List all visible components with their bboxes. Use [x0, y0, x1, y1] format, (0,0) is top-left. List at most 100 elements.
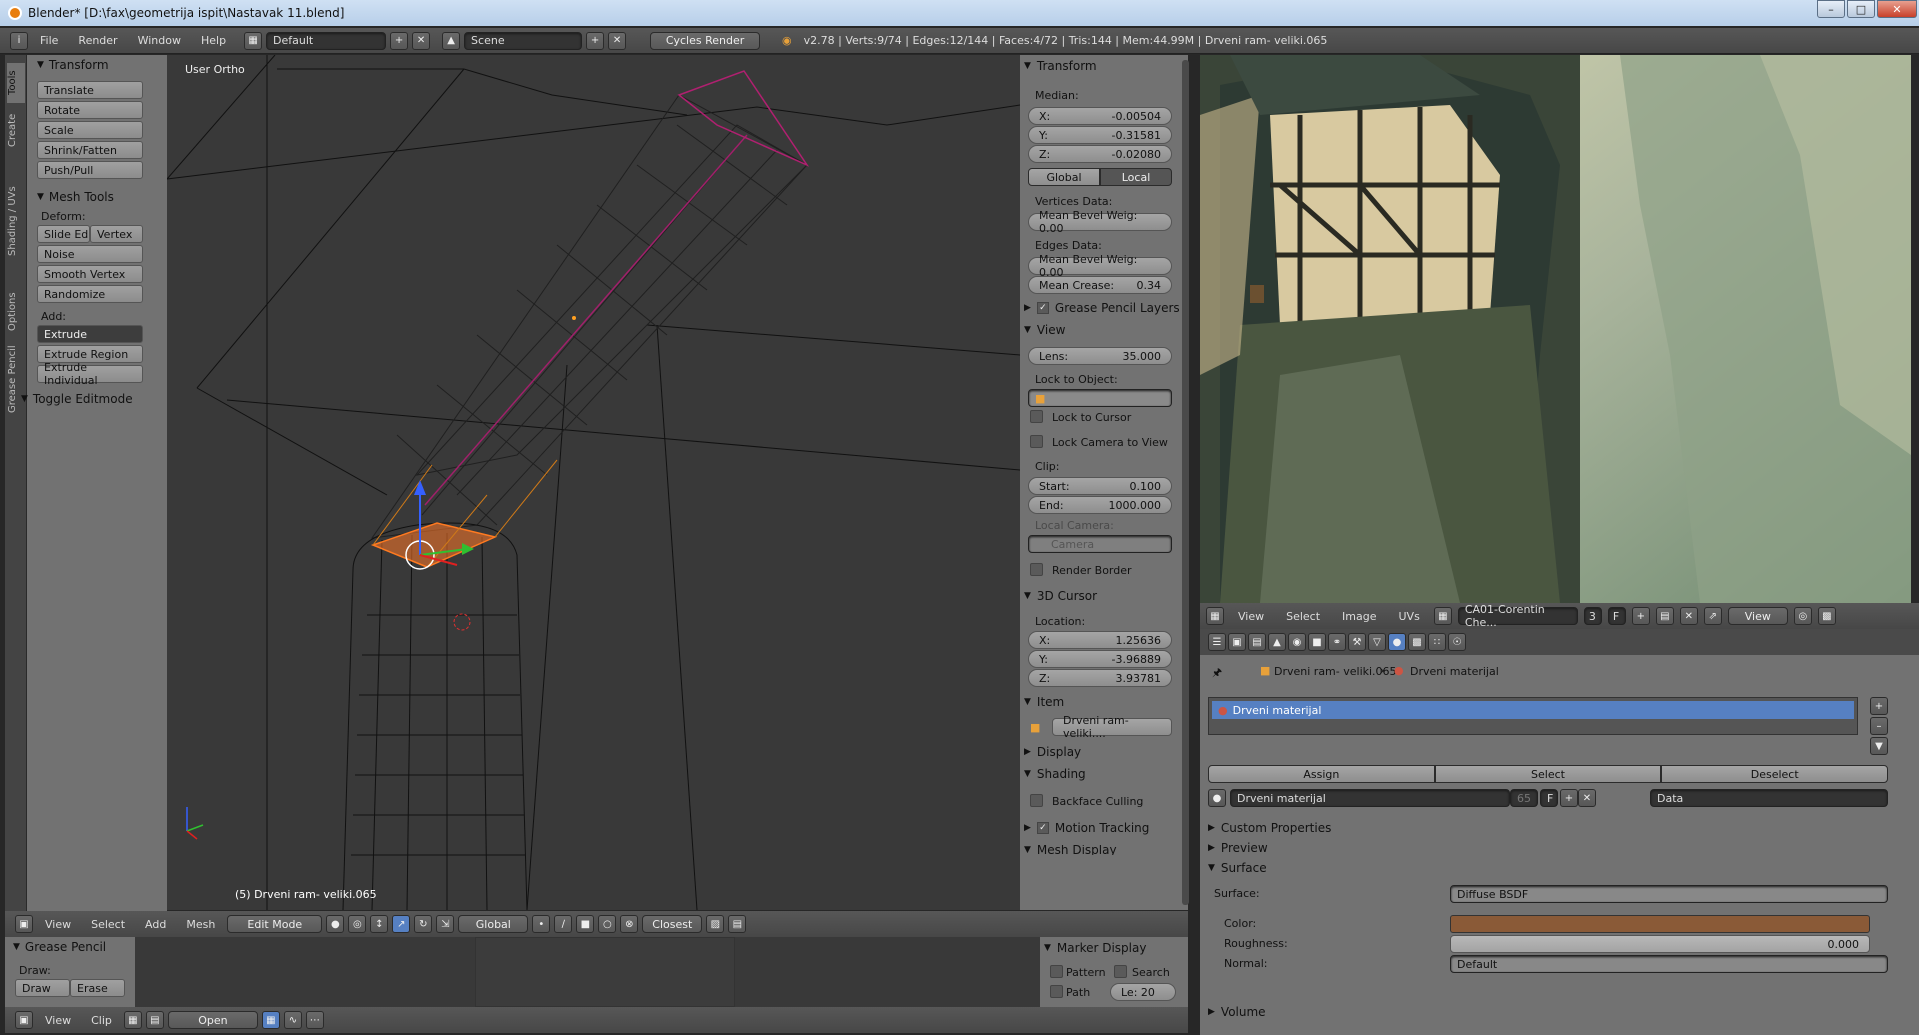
- add-scene-icon[interactable]: +: [586, 31, 605, 50]
- translate-manipulator-icon[interactable]: ↗: [392, 915, 411, 933]
- manipulator-icon[interactable]: ↕: [370, 915, 389, 933]
- transform-header[interactable]: ▼ Transform: [1024, 59, 1097, 73]
- mean-bevel-vertex-field[interactable]: Mean Bevel Weig: 0.00: [1028, 209, 1172, 235]
- image-users-field[interactable]: 3: [1583, 607, 1602, 625]
- toggle-editmode-header[interactable]: ▼ Toggle Editmode: [21, 389, 167, 409]
- new-material-icon[interactable]: +: [1560, 789, 1578, 807]
- mean-bevel-edge-field[interactable]: Mean Bevel Weig: 0.00: [1028, 253, 1172, 279]
- lock-to-cursor-checkbox[interactable]: [1030, 410, 1043, 423]
- image-browse-icon[interactable]: ▦: [1433, 607, 1452, 625]
- scene-icon[interactable]: ▲: [442, 31, 461, 50]
- edge-select-icon[interactable]: ∕: [554, 915, 573, 933]
- slot-specials-icon[interactable]: ▼: [1870, 737, 1888, 755]
- image-menu-view[interactable]: View: [1230, 610, 1272, 623]
- layout-field[interactable]: Default: [266, 31, 387, 50]
- clip-browse-icon[interactable]: ▤: [145, 1011, 164, 1029]
- randomize-button[interactable]: Randomize: [37, 285, 143, 303]
- path-length-field[interactable]: Le: 20: [1110, 983, 1176, 1001]
- search-checkbox[interactable]: [1114, 965, 1127, 978]
- cursor-x-field[interactable]: X: 1.25636: [1028, 631, 1172, 649]
- snap-icon[interactable]: ⊗: [620, 915, 639, 933]
- surface-shader-select[interactable]: Diffuse BSDF: [1450, 885, 1888, 903]
- render-animation-icon[interactable]: ▤: [728, 915, 747, 933]
- lens-field[interactable]: Lens: 35.000: [1028, 347, 1172, 365]
- smooth-vertex-button[interactable]: Smooth Vertex: [37, 265, 143, 283]
- vp-menu-add[interactable]: Add: [137, 918, 174, 931]
- tab-options[interactable]: Options: [7, 287, 25, 337]
- clip-mode-icon[interactable]: ▦: [123, 1011, 142, 1029]
- vp-menu-view[interactable]: View: [37, 918, 79, 931]
- clip-dopesheet-icon[interactable]: ⋯: [305, 1011, 324, 1029]
- grease-pencil-checkbox[interactable]: ✓: [1036, 302, 1049, 314]
- volume-header[interactable]: ▶ Volume: [1208, 1005, 1266, 1019]
- draw-button[interactable]: Draw: [15, 979, 70, 997]
- slide-edge-button[interactable]: Slide Ed: [37, 225, 90, 243]
- pivot-icon[interactable]: ◎: [1793, 607, 1812, 625]
- close-window-button[interactable]: ✕: [1877, 0, 1917, 18]
- face-select-icon[interactable]: ■: [576, 915, 595, 933]
- pattern-checkbox[interactable]: [1050, 965, 1063, 978]
- add-layout-icon[interactable]: +: [390, 31, 409, 50]
- menu-help[interactable]: Help: [193, 34, 234, 47]
- menu-window[interactable]: Window: [130, 34, 189, 47]
- image-menu-uvs[interactable]: UVs: [1391, 610, 1428, 623]
- material-slot-item[interactable]: ● Drveni materijal: [1212, 701, 1854, 719]
- cursor-z-field[interactable]: Z: 3.93781: [1028, 669, 1172, 687]
- material-users-field[interactable]: 65: [1510, 789, 1538, 807]
- image-fake-user-button[interactable]: F: [1607, 607, 1626, 625]
- rotate-button[interactable]: Rotate: [37, 101, 143, 119]
- material-name-field[interactable]: Drveni materijal: [1230, 789, 1510, 807]
- clip-end-field[interactable]: End: 1000.000: [1028, 496, 1172, 514]
- scene-field[interactable]: Scene: [464, 31, 583, 50]
- unlink-image-icon[interactable]: ✕: [1679, 607, 1698, 625]
- vp-menu-select[interactable]: Select: [83, 918, 133, 931]
- menu-render[interactable]: Render: [70, 34, 125, 47]
- surface-header[interactable]: ▼ Surface: [1208, 861, 1267, 875]
- clip-graph-icon[interactable]: ∿: [283, 1011, 302, 1029]
- clip-editor-type-icon[interactable]: ▣: [15, 1011, 33, 1029]
- 3d-cursor-header[interactable]: ▼ 3D Cursor: [1024, 589, 1097, 603]
- viewport-shading-icon[interactable]: ●: [326, 915, 345, 933]
- clip-menu-view[interactable]: View: [37, 1014, 79, 1027]
- tab-create[interactable]: Create: [7, 105, 25, 155]
- mean-crease-field[interactable]: Mean Crease: 0.34: [1028, 276, 1172, 294]
- extrude-individual-button[interactable]: Extrude Individual: [37, 361, 143, 387]
- local-toggle[interactable]: Local: [1100, 168, 1172, 186]
- remove-scene-icon[interactable]: ✕: [608, 31, 627, 50]
- backface-culling-checkbox[interactable]: [1030, 794, 1043, 807]
- vp-menu-mesh[interactable]: Mesh: [178, 918, 223, 931]
- lock-camera-checkbox[interactable]: [1030, 435, 1043, 448]
- proportional-edit-icon[interactable]: ○: [598, 915, 617, 933]
- custom-properties-header[interactable]: ▶ Custom Properties: [1208, 821, 1331, 835]
- preview-header[interactable]: ▶ Preview: [1208, 841, 1268, 855]
- remove-layout-icon[interactable]: ✕: [412, 31, 431, 50]
- pin-icon[interactable]: 🖈: [1212, 664, 1222, 683]
- deselect-button[interactable]: Deselect: [1661, 765, 1889, 783]
- tab-tools[interactable]: Tools: [7, 63, 25, 103]
- render-tab-icon[interactable]: ▣: [1228, 633, 1246, 651]
- object-tab-icon[interactable]: ■: [1308, 633, 1326, 651]
- pin-icon[interactable]: ⇗: [1703, 607, 1722, 625]
- rotate-manipulator-icon[interactable]: ↻: [414, 915, 433, 933]
- material-link-select[interactable]: Data: [1650, 789, 1888, 807]
- clip-editor[interactable]: ▼ Grease Pencil Draw: Draw Erase ▼ Marker …: [5, 937, 1188, 1007]
- view-header[interactable]: ▼ View: [1024, 323, 1065, 337]
- shrink-fatten-button[interactable]: Shrink/Fatten: [37, 141, 143, 159]
- tab-shading-uvs[interactable]: Shading / UVs: [7, 157, 25, 285]
- mesh-display-header[interactable]: ▼ Mesh Display: [1024, 845, 1117, 855]
- remove-slot-icon[interactable]: –: [1870, 717, 1888, 735]
- scene-tab-icon[interactable]: ▲: [1268, 633, 1286, 651]
- grease-pencil-layers-header[interactable]: ▶ ✓ Grease Pencil Layers: [1024, 301, 1180, 315]
- render-view-icon[interactable]: ▨: [706, 915, 725, 933]
- clip-menu-clip[interactable]: Clip: [83, 1014, 120, 1027]
- assign-button[interactable]: Assign: [1208, 765, 1435, 783]
- roughness-slider[interactable]: 0.000: [1450, 935, 1870, 953]
- translate-button[interactable]: Translate: [37, 81, 143, 99]
- data-tab-icon[interactable]: ▽: [1368, 633, 1386, 651]
- material-slot-list[interactable]: ● Drveni materijal: [1208, 697, 1858, 735]
- median-x-field[interactable]: X: -0.00504: [1028, 107, 1172, 125]
- cursor-y-field[interactable]: Y: -3.96889: [1028, 650, 1172, 668]
- local-camera-field[interactable]: Camera: [1028, 535, 1172, 553]
- pivot-point-icon[interactable]: ◎: [348, 915, 367, 933]
- color-swatch[interactable]: [1450, 915, 1870, 933]
